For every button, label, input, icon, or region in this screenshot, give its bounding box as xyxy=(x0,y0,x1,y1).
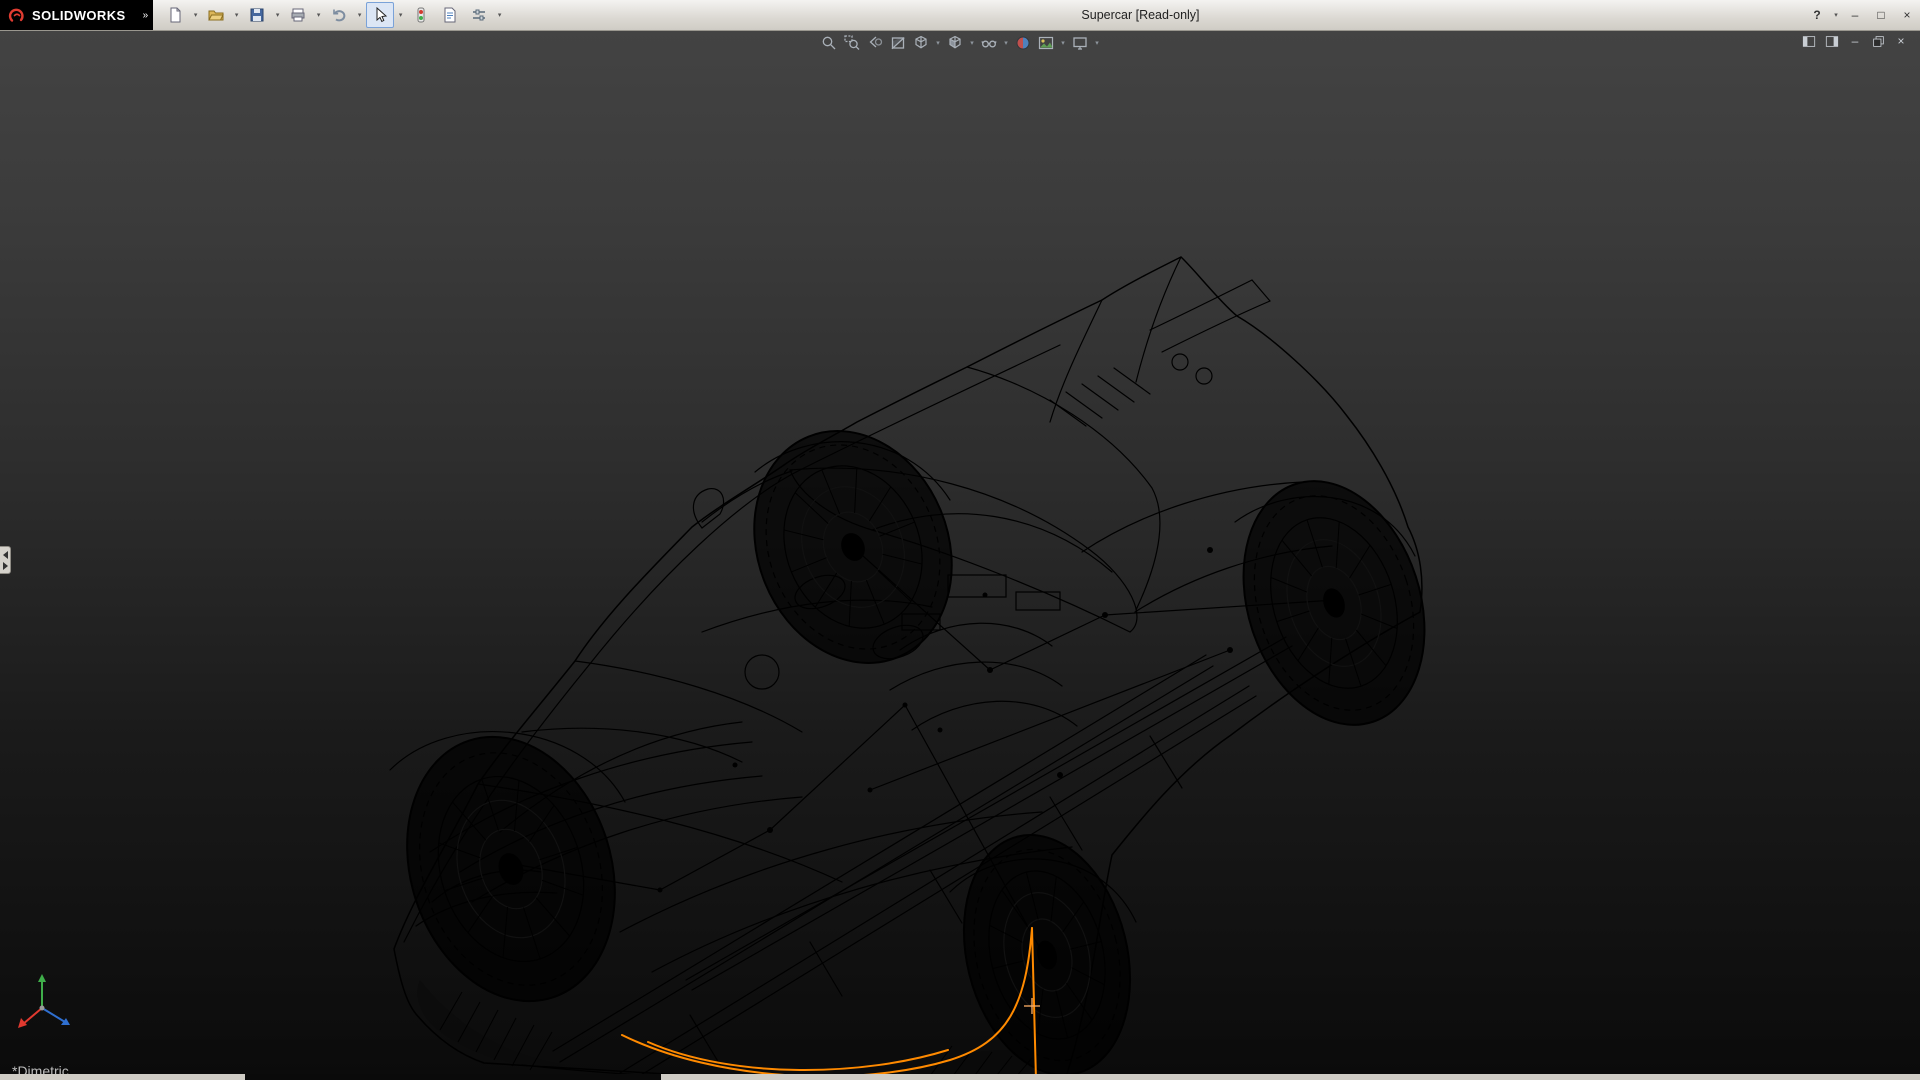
display-style-icon xyxy=(947,35,963,51)
solidworks-window: SOLIDWORKS » ▾ ▾ xyxy=(0,0,1920,1080)
document-window-controls: – × xyxy=(1800,33,1910,49)
help-dropdown[interactable]: ▾ xyxy=(1830,11,1842,19)
view-orientation-label: *Dimetric xyxy=(12,1063,69,1074)
zoom-to-area-icon xyxy=(844,35,860,51)
pane-right-icon xyxy=(1825,35,1839,48)
wireframe-car-model xyxy=(0,30,1920,1074)
doc-restore-button[interactable] xyxy=(1869,33,1887,49)
options-button[interactable] xyxy=(465,2,493,28)
select-tool-button[interactable] xyxy=(366,2,394,28)
doc-minimize-button[interactable]: – xyxy=(1846,33,1864,49)
view-settings-button[interactable] xyxy=(1069,32,1091,54)
apply-scene-icon xyxy=(1038,35,1054,51)
titlebar: SOLIDWORKS » ▾ ▾ xyxy=(0,0,1920,31)
options-dropdown[interactable]: ▾ xyxy=(494,3,505,27)
minimize-button[interactable]: – xyxy=(1842,0,1868,30)
previous-view-icon xyxy=(867,35,883,51)
save-button[interactable] xyxy=(243,2,271,28)
edit-appearance-button[interactable] xyxy=(1012,32,1034,54)
select-dropdown[interactable]: ▾ xyxy=(395,3,406,27)
maximize-button[interactable]: □ xyxy=(1868,0,1894,30)
document-title: Supercar [Read-only] xyxy=(1081,0,1199,30)
save-floppy-icon xyxy=(249,7,265,23)
view-settings-icon xyxy=(1072,35,1088,51)
hide-show-items-dropdown[interactable]: ▾ xyxy=(1001,32,1011,54)
open-button[interactable] xyxy=(202,2,230,28)
file-properties-icon xyxy=(442,7,458,23)
hide-show-items-button[interactable] xyxy=(978,32,1000,54)
open-folder-icon xyxy=(208,7,224,23)
help-button[interactable]: ? xyxy=(1804,0,1830,30)
section-view-button[interactable] xyxy=(887,32,909,54)
new-dropdown[interactable]: ▾ xyxy=(190,3,201,27)
restore-icon xyxy=(1872,35,1885,48)
view-orientation-cube-icon xyxy=(913,35,929,51)
app-name: SOLIDWORKS xyxy=(32,8,126,23)
hide-show-glasses-icon xyxy=(981,35,997,51)
pane-left-button[interactable] xyxy=(1800,33,1818,49)
orientation-triad[interactable] xyxy=(8,972,88,1042)
pane-right-button[interactable] xyxy=(1823,33,1841,49)
window-controls: ? ▾ – □ × xyxy=(1804,0,1920,30)
options-sliders-icon xyxy=(471,7,487,23)
previous-view-button[interactable] xyxy=(864,32,886,54)
apply-scene-button[interactable] xyxy=(1035,32,1057,54)
zoom-to-area-button[interactable] xyxy=(841,32,863,54)
undo-button[interactable] xyxy=(325,2,353,28)
graphics-viewport[interactable]: ▾ ▾ ▾ xyxy=(0,30,1920,1074)
collapse-left-icon xyxy=(3,551,8,559)
rebuild-button[interactable] xyxy=(407,2,435,28)
expand-right-icon xyxy=(3,562,8,570)
solidworks-logo-icon xyxy=(8,7,26,23)
section-view-icon xyxy=(890,35,906,51)
view-settings-dropdown[interactable]: ▾ xyxy=(1092,32,1102,54)
edit-appearance-sphere-icon xyxy=(1015,35,1031,51)
taskbar-strip xyxy=(0,1074,1920,1080)
apply-scene-dropdown[interactable]: ▾ xyxy=(1058,32,1068,54)
heads-up-view-toolbar: ▾ ▾ ▾ xyxy=(818,32,1102,54)
new-document-icon xyxy=(167,7,183,23)
view-orientation-button[interactable] xyxy=(910,32,932,54)
print-dropdown[interactable]: ▾ xyxy=(313,3,324,27)
save-dropdown[interactable]: ▾ xyxy=(272,3,283,27)
close-button[interactable]: × xyxy=(1894,0,1920,30)
open-dropdown[interactable]: ▾ xyxy=(231,3,242,27)
undo-dropdown[interactable]: ▾ xyxy=(354,3,365,27)
taskbar-dark-segment xyxy=(245,1074,661,1080)
undo-icon xyxy=(331,7,347,23)
view-orientation-dropdown[interactable]: ▾ xyxy=(933,32,943,54)
solidworks-logo: SOLIDWORKS xyxy=(0,0,138,30)
doc-close-button[interactable]: × xyxy=(1892,33,1910,49)
new-button[interactable] xyxy=(161,2,189,28)
display-style-dropdown[interactable]: ▾ xyxy=(967,32,977,54)
menu-expand-icon[interactable]: » xyxy=(138,0,154,30)
zoom-to-fit-button[interactable] xyxy=(818,32,840,54)
main-toolbar: ▾ ▾ ▾ xyxy=(161,2,505,28)
featuremanager-collapse-tab[interactable] xyxy=(0,546,11,574)
pane-left-icon xyxy=(1802,35,1816,48)
select-cursor-icon xyxy=(372,7,388,23)
zoom-to-fit-icon xyxy=(821,35,837,51)
file-properties-button[interactable] xyxy=(436,2,464,28)
print-icon xyxy=(290,7,306,23)
rebuild-stoplight-icon xyxy=(413,7,429,23)
display-style-button[interactable] xyxy=(944,32,966,54)
print-button[interactable] xyxy=(284,2,312,28)
